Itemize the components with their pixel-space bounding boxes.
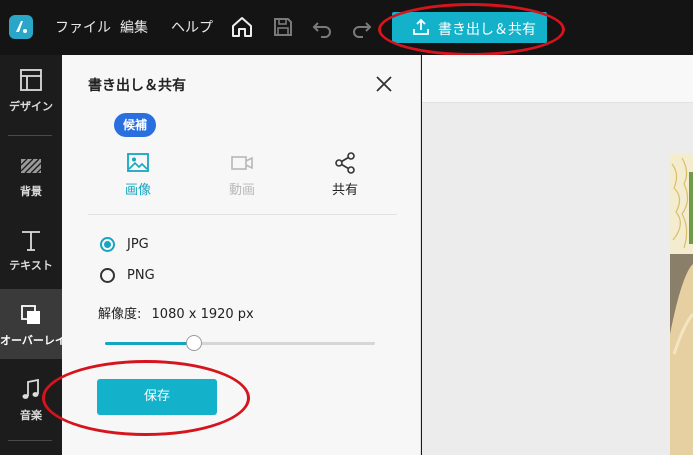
tab-share[interactable]: 共有 xyxy=(305,150,385,200)
video-icon xyxy=(231,156,253,170)
export-share-label: 書き出し＆共有 xyxy=(438,22,536,38)
sidebar-label-music: 音楽 xyxy=(20,409,42,422)
canvas-area xyxy=(422,55,693,455)
sidebar-item-design[interactable]: デザイン xyxy=(0,55,62,125)
text-t-icon xyxy=(22,231,40,251)
export-share-panel: 書き出し＆共有 候補 画像 動画 共有 JPG PNG 解像度: 1080 x … xyxy=(42,55,421,455)
tab-share-label: 共有 xyxy=(331,183,358,198)
export-share-button[interactable]: 書き出し＆共有 xyxy=(392,12,547,43)
image-icon xyxy=(127,153,149,172)
menu-file[interactable]: ファイル xyxy=(55,17,111,37)
save-disk-icon[interactable] xyxy=(270,14,296,40)
tab-image[interactable]: 画像 xyxy=(98,150,178,200)
top-bar: ファイル 編集 ヘルプ 書き出し＆共有 xyxy=(0,0,693,56)
sidebar-item-music[interactable]: 音楽 xyxy=(0,364,62,434)
menu-help[interactable]: ヘルプ xyxy=(171,17,213,37)
undo-icon[interactable] xyxy=(309,14,335,40)
radio-jpg[interactable] xyxy=(100,237,115,252)
sidebar-label-design: デザイン xyxy=(9,100,53,113)
menu-edit[interactable]: 編集 xyxy=(120,17,148,37)
panel-title: 書き出し＆共有 xyxy=(88,78,186,94)
music-note-icon xyxy=(22,378,39,399)
hatch-icon xyxy=(20,158,42,174)
tab-video[interactable]: 動画 xyxy=(202,150,282,200)
tab-video-label: 動画 xyxy=(228,183,255,198)
share-icon xyxy=(335,152,355,174)
tab-image-label: 画像 xyxy=(124,183,151,198)
resolution-row: 解像度: 1080 x 1920 px xyxy=(98,303,254,322)
close-icon[interactable] xyxy=(373,73,395,95)
sidebar-label-text: テキスト xyxy=(9,259,53,272)
slider-thumb[interactable] xyxy=(186,335,203,351)
sidebar-label-overlay: オーバーレイ xyxy=(0,334,66,347)
radio-png-label: PNG xyxy=(127,268,155,283)
sidebar-item-background[interactable]: 背景 xyxy=(0,140,62,210)
layout-icon xyxy=(20,69,42,91)
home-icon[interactable] xyxy=(229,14,255,40)
redo-icon[interactable] xyxy=(349,14,375,40)
resolution-slider[interactable] xyxy=(105,335,375,351)
resolution-value: 1080 x 1920 px xyxy=(151,307,254,322)
sidebar-divider xyxy=(8,440,52,441)
left-sidebar: デザイン 背景 テキスト オーバーレイ 音楽 xyxy=(0,55,66,455)
radio-jpg-label: JPG xyxy=(127,237,149,252)
save-button[interactable]: 保存 xyxy=(97,379,217,415)
app-logo-icon[interactable] xyxy=(9,15,33,39)
resolution-label: 解像度: xyxy=(98,307,142,322)
canvas-toolbar xyxy=(422,55,693,103)
overlay-icon xyxy=(21,305,40,324)
upload-icon xyxy=(413,18,429,35)
slider-fill xyxy=(105,342,195,345)
sidebar-label-background: 背景 xyxy=(20,185,42,198)
panel-divider xyxy=(88,214,397,215)
design-preview-thumbnail[interactable] xyxy=(670,154,693,455)
radio-png[interactable] xyxy=(100,268,115,283)
sidebar-item-overlay[interactable]: オーバーレイ xyxy=(0,289,66,359)
suggestion-badge: 候補 xyxy=(114,113,157,137)
sidebar-divider xyxy=(8,135,52,136)
sidebar-item-text[interactable]: テキスト xyxy=(0,214,62,284)
